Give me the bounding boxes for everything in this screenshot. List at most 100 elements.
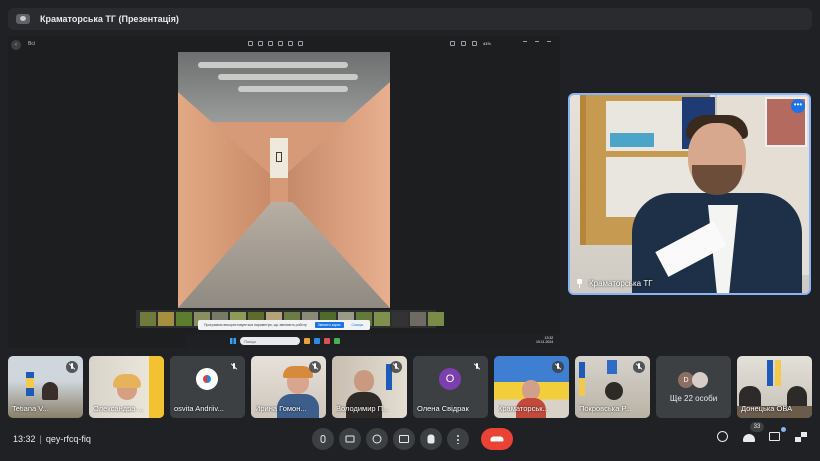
more-vert-icon[interactable]: •••	[791, 99, 805, 113]
mic-off-icon	[633, 361, 645, 373]
participant-tile[interactable]: osvita Andriiv...	[170, 356, 245, 418]
present-icon	[16, 14, 30, 24]
zoom-icon	[248, 41, 253, 46]
participant-tile[interactable]: Донецька ОВА	[737, 356, 812, 418]
participant-tile[interactable]: Покровська Р...	[575, 356, 650, 418]
fullscreen-icon	[450, 41, 455, 46]
leave-call-button[interactable]	[481, 428, 513, 450]
meet-window: Краматорська ТГ (Презентація) ‹ Всі 41%	[0, 0, 820, 461]
speaker-name: Краматорська ТГ	[589, 279, 653, 288]
participant-tile[interactable]: О Олена Свідрак	[413, 356, 488, 418]
participant-name: Донецька ОВА	[741, 404, 793, 413]
notification-dismiss-link[interactable]: Скасув.	[352, 323, 364, 327]
participant-tile[interactable]: Володимир П...	[332, 356, 407, 418]
windows-start-icon[interactable]	[230, 338, 236, 344]
speaker-name-label: Краматорська ТГ	[576, 279, 653, 288]
participant-tile[interactable]: Tetiana V...	[8, 356, 83, 418]
notification-accept-button[interactable]: Змінити зараз	[314, 322, 344, 328]
mic-off-icon	[228, 361, 240, 373]
mic-off-icon	[471, 361, 483, 373]
viewer-zoom: 41%	[483, 41, 492, 46]
search-placeholder: Пошук	[244, 338, 257, 344]
shared-screen[interactable]: ‹ Всі 41% Програмою використовуються пар…	[8, 36, 560, 348]
meeting-code: qey-rfcq-fiq	[45, 434, 91, 444]
thumbnail[interactable]	[428, 312, 444, 326]
participant-avatar: О	[439, 368, 461, 390]
back-arrow-icon: ‹	[11, 40, 21, 50]
app-icon[interactable]	[324, 338, 330, 344]
thumbnail[interactable]	[140, 312, 156, 326]
pin-icon[interactable]	[576, 279, 583, 288]
zoom-in-icon	[472, 41, 477, 46]
present-button[interactable]	[393, 428, 415, 450]
side-panel-controls	[716, 430, 808, 444]
people-icon	[743, 434, 755, 442]
folder-icon[interactable]	[304, 338, 310, 344]
activities-icon	[795, 432, 807, 442]
app-icon[interactable]	[334, 338, 340, 344]
clock-date: 19.11.2024	[536, 340, 554, 344]
favorite-icon	[278, 41, 283, 46]
rotate-icon	[258, 41, 263, 46]
participant-name: Tetiana V...	[12, 404, 49, 413]
mic-off-icon	[309, 361, 321, 373]
hangup-icon	[490, 436, 504, 442]
thumbnail[interactable]	[176, 312, 192, 326]
present-screen-icon	[399, 435, 409, 443]
close-icon	[547, 41, 551, 45]
participant-avatar	[196, 368, 218, 390]
meeting-time: 13:32	[13, 434, 36, 444]
participant-name: Краматорськ...	[498, 404, 549, 413]
mic-off-icon	[390, 361, 402, 373]
emoji-button[interactable]	[366, 428, 388, 450]
maximize-icon	[535, 41, 539, 45]
participant-strip: Tetiana V... Олександра ... osvita Andri…	[8, 356, 816, 418]
more-options-icon	[457, 434, 459, 444]
camera-icon	[345, 435, 355, 443]
participant-tile[interactable]: Ирина Гомон...	[251, 356, 326, 418]
delete-icon	[268, 41, 273, 46]
meeting-info: 13:32 | qey-rfcq-fiq	[13, 434, 91, 444]
raise-hand-icon	[427, 434, 435, 444]
mic-off-icon	[66, 361, 78, 373]
more-options-button[interactable]	[447, 428, 469, 450]
participant-name: Олена Свідрак	[417, 404, 469, 413]
corridor-photo	[178, 52, 390, 308]
zoom-out-icon	[461, 41, 466, 46]
participant-name: Володимир П...	[336, 404, 390, 413]
chat-icon	[769, 432, 780, 441]
chat-button[interactable]	[768, 430, 782, 444]
viewer-right-tools: 41%	[450, 41, 491, 46]
notification-text: Програмою використовуються параметри, що…	[204, 323, 307, 327]
presentation-bar: Краматорська ТГ (Презентація)	[8, 8, 812, 30]
edit-icon	[288, 41, 293, 46]
mic-icon	[320, 435, 326, 443]
more-participants-tile[interactable]: D Ще 22 особи	[656, 356, 731, 418]
meeting-title: Краматорська ТГ (Презентація)	[40, 14, 179, 24]
thumbnail[interactable]	[392, 312, 408, 326]
share-icon	[298, 41, 303, 46]
speaker-tile[interactable]: ••• Краматорська ТГ	[568, 93, 811, 295]
participant-tile[interactable]: Краматорськ...	[494, 356, 569, 418]
thumbnail[interactable]	[410, 312, 426, 326]
emoji-icon	[372, 434, 382, 444]
thumbnail[interactable]	[158, 312, 174, 326]
thumbnail[interactable]	[374, 312, 390, 326]
activities-button[interactable]	[794, 430, 808, 444]
camera-button[interactable]	[339, 428, 361, 450]
system-notification: Програмою використовуються параметри, що…	[198, 320, 370, 330]
participant-name: osvita Andriiv...	[174, 404, 224, 413]
people-button[interactable]	[742, 430, 756, 444]
info-button[interactable]	[716, 430, 730, 444]
taskbar-search[interactable]: Пошук	[240, 337, 300, 345]
mic-button[interactable]	[312, 428, 334, 450]
viewer-back-label: Всі	[28, 41, 35, 47]
info-icon	[717, 431, 728, 442]
meeting-controls-bar: 13:32 | qey-rfcq-fiq 33	[0, 422, 820, 458]
raise-hand-button[interactable]	[420, 428, 442, 450]
participant-avatar-photo	[692, 372, 708, 388]
browser-icon[interactable]	[314, 338, 320, 344]
minimize-icon	[523, 41, 527, 45]
mic-off-icon	[552, 361, 564, 373]
participant-tile[interactable]: Олександра ...	[89, 356, 164, 418]
